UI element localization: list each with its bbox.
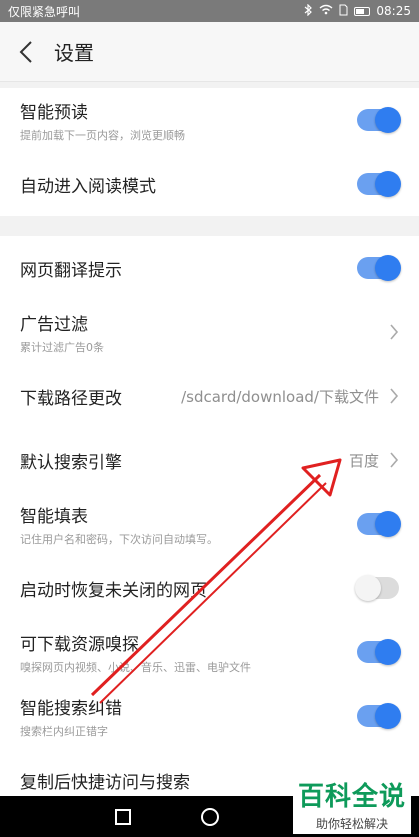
setting-subtitle: 提前加载下一页内容，浏览更顺畅 [20,128,185,142]
watermark-sub-text: 助你轻松解决 [315,817,388,831]
setting-row-autofill[interactable]: 智能填表 记住用户名和密码，下次访问自动填写。 [0,492,419,556]
toggle-switch[interactable] [357,639,401,665]
setting-title: 自动进入阅读模式 [20,176,156,197]
setting-title: 启动时恢复未关闭的网页 [20,580,207,601]
setting-row-search-engine[interactable]: 默认搜索引擎 百度 [0,428,419,492]
setting-value: /sdcard/download/下载文件 [181,387,379,406]
setting-title: 复制后快捷访问与搜索 [20,772,190,793]
toggle-switch[interactable] [357,107,401,133]
setting-subtitle: 搜索栏内纠正错字 [20,724,108,738]
watermark-main-text: 百科全说 [297,782,406,812]
status-icons: 08:25 [303,3,411,19]
chevron-right-icon [389,388,399,404]
bluetooth-icon [303,3,313,19]
page-title: 设置 [54,41,94,65]
chevron-right-icon [389,452,399,468]
setting-title: 下载路径更改 [20,388,122,409]
chevron-right-icon [389,324,399,340]
home-icon[interactable] [200,807,219,826]
setting-title: 网页翻译提示 [20,260,122,281]
setting-title: 智能预读 [20,102,88,123]
battery-icon [354,6,371,16]
setting-row-search-correction[interactable]: 智能搜索纠错 搜索栏内纠正错字 [0,684,419,748]
recent-apps-icon[interactable] [114,808,131,825]
setting-row-translate-prompt[interactable]: 网页翻译提示 [0,236,419,300]
setting-value: 百度 [348,451,379,470]
setting-row-smart-preload[interactable]: 智能预读 提前加载下一页内容，浏览更顺畅 [0,88,419,152]
wifi-icon [319,4,333,18]
setting-row-ad-filter[interactable]: 广告过滤 累计过滤广告0条 [0,300,419,364]
toggle-switch[interactable] [357,171,401,197]
status-left-text: 仅限紧急呼叫 [8,4,81,19]
setting-row-restore-tabs[interactable]: 启动时恢复未关闭的网页 [0,556,419,620]
setting-title: 广告过滤 [20,314,88,335]
status-bar: 仅限紧急呼叫 08:25 [0,0,419,22]
setting-subtitle: 累计过滤广告0条 [20,340,104,354]
setting-row-resource-sniff[interactable]: 可下载资源嗅探 嗅探网页内视频、小说、音乐、迅雷、电驴文件 [0,620,419,684]
toggle-switch[interactable] [357,703,401,729]
settings-section-browsing: 网页翻译提示 广告过滤 累计过滤广告0条 下载路径更改 /sdcard/down… [0,236,419,796]
setting-subtitle: 嗅探网页内视频、小说、音乐、迅雷、电驴文件 [20,660,251,674]
toggle-switch[interactable] [355,575,399,601]
setting-title: 智能搜索纠错 [20,698,122,719]
setting-row-reading-mode[interactable]: 自动进入阅读模式 [0,152,419,216]
watermark-logo: 百科全说 助你轻松解决 [293,774,411,834]
header: 设置 [0,22,419,82]
toggle-switch[interactable] [357,255,401,281]
setting-title: 可下载资源嗅探 [20,634,139,655]
settings-section-reading: 智能预读 提前加载下一页内容，浏览更顺畅 自动进入阅读模式 [0,88,419,216]
setting-subtitle: 记住用户名和密码，下次访问自动填写。 [20,532,218,546]
setting-title: 默认搜索引擎 [20,452,122,473]
setting-row-download-path[interactable]: 下载路径更改 /sdcard/download/下载文件 [0,364,419,428]
status-time: 08:25 [376,4,411,18]
back-arrow-icon[interactable] [14,40,38,64]
sim-icon [339,4,348,19]
toggle-switch[interactable] [357,511,401,537]
setting-title: 智能填表 [20,506,88,527]
